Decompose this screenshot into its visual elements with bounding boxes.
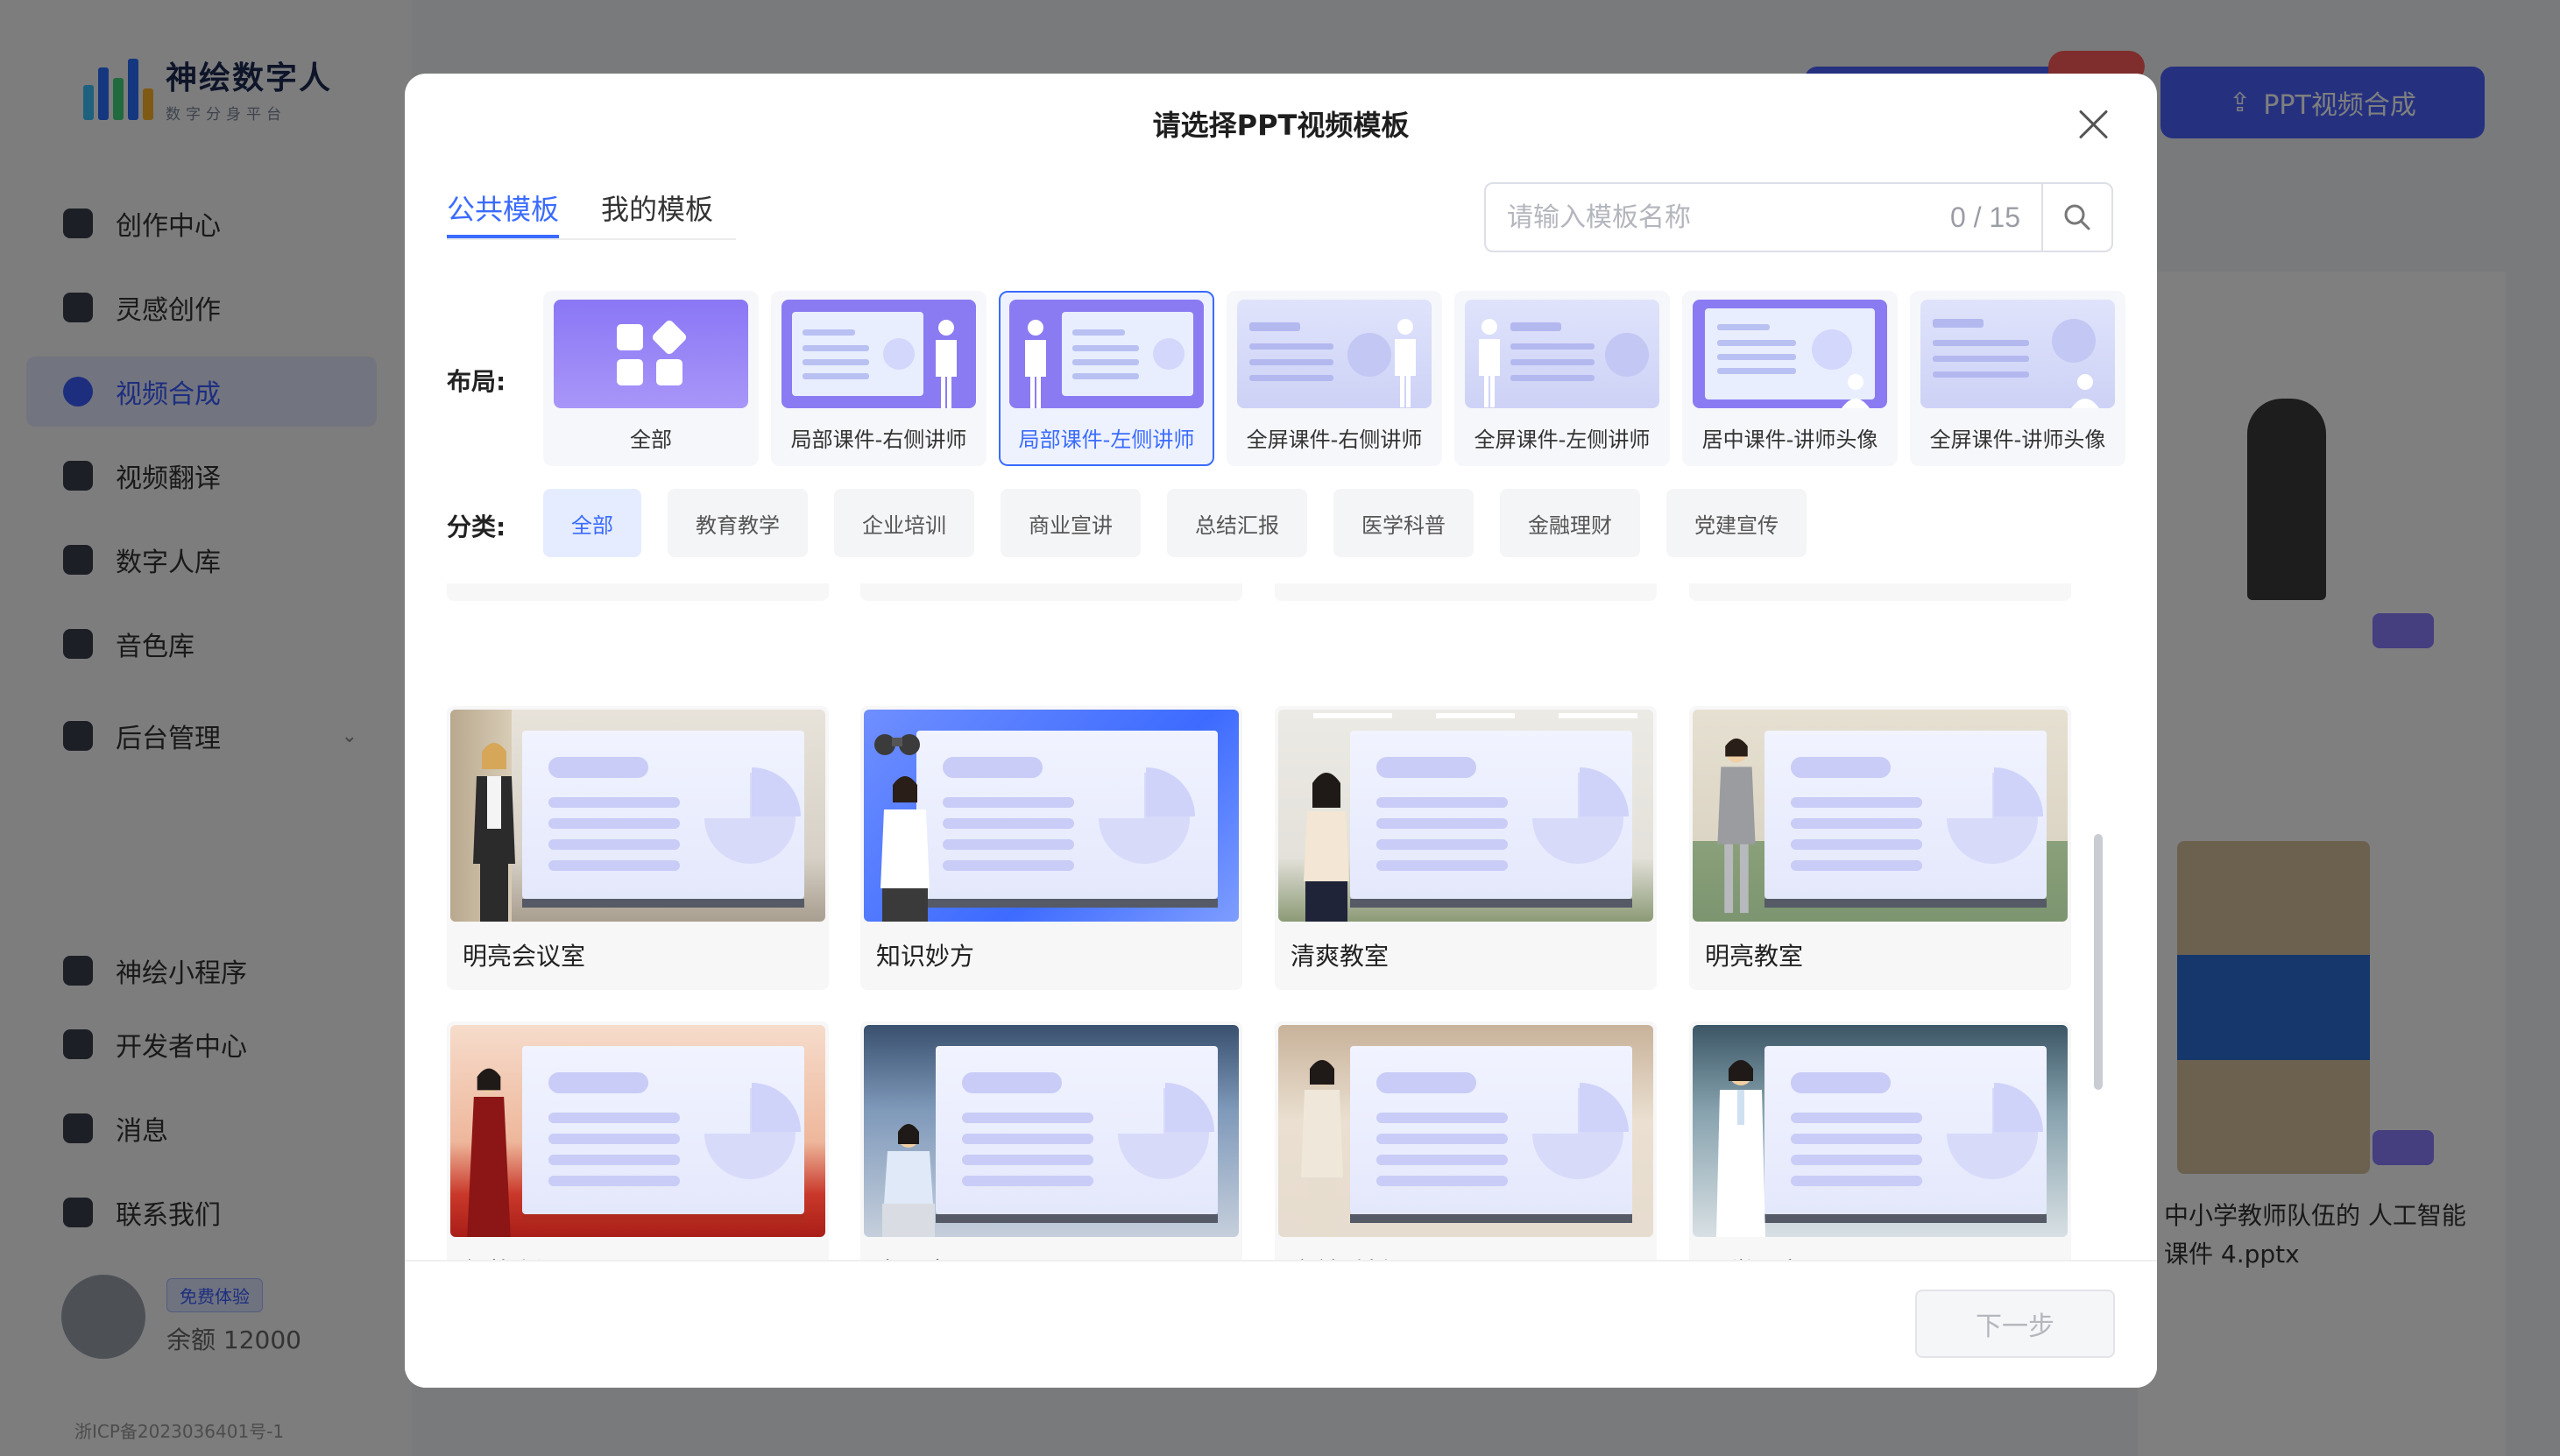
tab-public-templates[interactable]: 公共模板 bbox=[447, 187, 560, 238]
presenter-figure bbox=[882, 1124, 935, 1237]
template-thumbnail bbox=[1278, 710, 1653, 922]
template-thumbnail bbox=[1693, 1025, 2068, 1237]
template-card[interactable]: 医学研究 bbox=[1689, 1021, 2071, 1298]
grid-shapes-icon bbox=[617, 320, 687, 385]
presenter-figure bbox=[1717, 738, 1756, 914]
layout-name: 居中课件-讲师头像 bbox=[1701, 428, 1878, 452]
layout-thumb bbox=[1009, 300, 1204, 408]
avatar-head-icon bbox=[2071, 374, 2099, 408]
template-card[interactable]: 气壮山河 bbox=[447, 1021, 829, 1298]
presenter-figure bbox=[467, 1068, 511, 1237]
presenter-icon bbox=[1025, 320, 1046, 408]
presenter-figure bbox=[880, 776, 930, 922]
template-search: 0 / 15 bbox=[1484, 182, 2113, 252]
presenter-icon bbox=[1395, 319, 1416, 407]
template-tabs: 公共模板 我的模板 bbox=[447, 187, 736, 240]
template-name: 清爽教室 bbox=[1291, 942, 1390, 971]
category-filters: 全部 教育教学 企业培训 商业宣讲 总结汇报 医学科普 金融理财 党建宣传 bbox=[543, 489, 1807, 557]
template-card-partial bbox=[1275, 583, 1657, 601]
layout-option-full-head[interactable]: 全屏课件-讲师头像 bbox=[1910, 291, 2125, 466]
category-label: 分类: bbox=[447, 512, 506, 541]
search-button[interactable] bbox=[2041, 184, 2111, 251]
category-education[interactable]: 教育教学 bbox=[668, 489, 808, 557]
layout-option-full-right[interactable]: 全屏课件-右侧讲师 bbox=[1227, 291, 1442, 466]
presenter-figure bbox=[1716, 1060, 1765, 1237]
modal-footer bbox=[405, 1260, 2157, 1388]
layout-thumb bbox=[781, 300, 976, 408]
layout-label: 布局: bbox=[447, 367, 506, 396]
category-medical[interactable]: 医学科普 bbox=[1333, 489, 1474, 557]
binoculars-icon bbox=[874, 734, 920, 755]
search-char-count: 0 / 15 bbox=[1949, 201, 2020, 233]
layout-option-partial-left[interactable]: 局部课件-左侧讲师 bbox=[999, 291, 1214, 466]
next-step-button[interactable]: 下一步 bbox=[1915, 1290, 2115, 1358]
presenter-figure bbox=[473, 743, 515, 922]
template-thumbnail bbox=[864, 710, 1239, 922]
template-thumbnail bbox=[450, 1025, 825, 1237]
template-card[interactable]: 明亮教室 bbox=[1689, 706, 2071, 990]
template-thumbnail bbox=[1693, 710, 2068, 922]
layout-name: 全屏课件-右侧讲师 bbox=[1246, 428, 1423, 452]
tab-my-templates[interactable]: 我的模板 bbox=[601, 187, 713, 238]
layout-options: 全部 局部课件-右侧讲师 局部课件-左侧讲师 全屏课件-右侧讲师 全屏课件-左侧… bbox=[543, 291, 2125, 466]
presenter-icon bbox=[936, 320, 957, 408]
template-grid[interactable]: 明亮会议室 知识妙方 清爽教室 明亮教室 bbox=[447, 583, 2139, 1298]
category-finance[interactable]: 金融理财 bbox=[1500, 489, 1640, 557]
layout-name: 全屏课件-讲师头像 bbox=[1929, 428, 2106, 452]
layout-option-partial-right[interactable]: 局部课件-右侧讲师 bbox=[771, 291, 987, 466]
presenter-figure bbox=[1301, 1060, 1343, 1237]
modal-title: 请选择PPT视频模板 bbox=[1152, 109, 1410, 142]
template-card-partial bbox=[860, 583, 1242, 601]
layout-thumb-all bbox=[554, 300, 748, 408]
close-icon[interactable] bbox=[2075, 105, 2113, 144]
template-name: 明亮教室 bbox=[1705, 942, 1804, 971]
template-card-partial bbox=[447, 583, 829, 601]
layout-option-all[interactable]: 全部 bbox=[543, 291, 759, 466]
layout-thumb bbox=[1920, 300, 2115, 408]
template-name: 知识妙方 bbox=[876, 942, 975, 971]
layout-name: 全部 bbox=[630, 428, 672, 452]
category-party[interactable]: 党建宣传 bbox=[1666, 489, 1807, 557]
grid-scrollbar[interactable] bbox=[2094, 834, 2103, 1090]
category-report[interactable]: 总结汇报 bbox=[1167, 489, 1307, 557]
template-thumbnail bbox=[864, 1025, 1239, 1237]
template-card[interactable]: 清爽教室 bbox=[1275, 706, 1657, 990]
template-card[interactable]: 知识妙方 bbox=[860, 706, 1242, 990]
layout-thumb bbox=[1693, 300, 1887, 408]
avatar-head-icon bbox=[1842, 374, 1870, 408]
template-name: 明亮会议室 bbox=[463, 942, 586, 971]
template-picker-modal: 请选择PPT视频模板 公共模板 我的模板 0 / 15 布局: 全部 bbox=[405, 74, 2157, 1388]
presenter-icon bbox=[1479, 319, 1500, 407]
search-input[interactable] bbox=[1486, 184, 1950, 251]
layout-option-center-head[interactable]: 居中课件-讲师头像 bbox=[1682, 291, 1898, 466]
layout-option-full-left[interactable]: 全屏课件-左侧讲师 bbox=[1454, 291, 1670, 466]
template-card-partial bbox=[1689, 583, 2071, 601]
template-thumbnail bbox=[450, 710, 825, 922]
category-all[interactable]: 全部 bbox=[543, 489, 641, 557]
template-card[interactable]: 明亮会议室 bbox=[447, 706, 829, 990]
layout-thumb bbox=[1237, 300, 1432, 408]
search-icon bbox=[2064, 204, 2090, 230]
layout-name: 全屏课件-左侧讲师 bbox=[1474, 428, 1651, 452]
layout-thumb bbox=[1465, 300, 1659, 408]
template-card[interactable]: 案前时刻 bbox=[1275, 1021, 1657, 1298]
template-card[interactable]: 交易大厅 bbox=[860, 1021, 1242, 1298]
layout-name: 局部课件-左侧讲师 bbox=[1018, 428, 1195, 452]
layout-name: 局部课件-右侧讲师 bbox=[790, 428, 967, 452]
presenter-figure bbox=[1304, 773, 1349, 922]
category-business[interactable]: 商业宣讲 bbox=[1001, 489, 1141, 557]
category-corporate-training[interactable]: 企业培训 bbox=[834, 489, 974, 557]
template-thumbnail bbox=[1278, 1025, 1653, 1237]
